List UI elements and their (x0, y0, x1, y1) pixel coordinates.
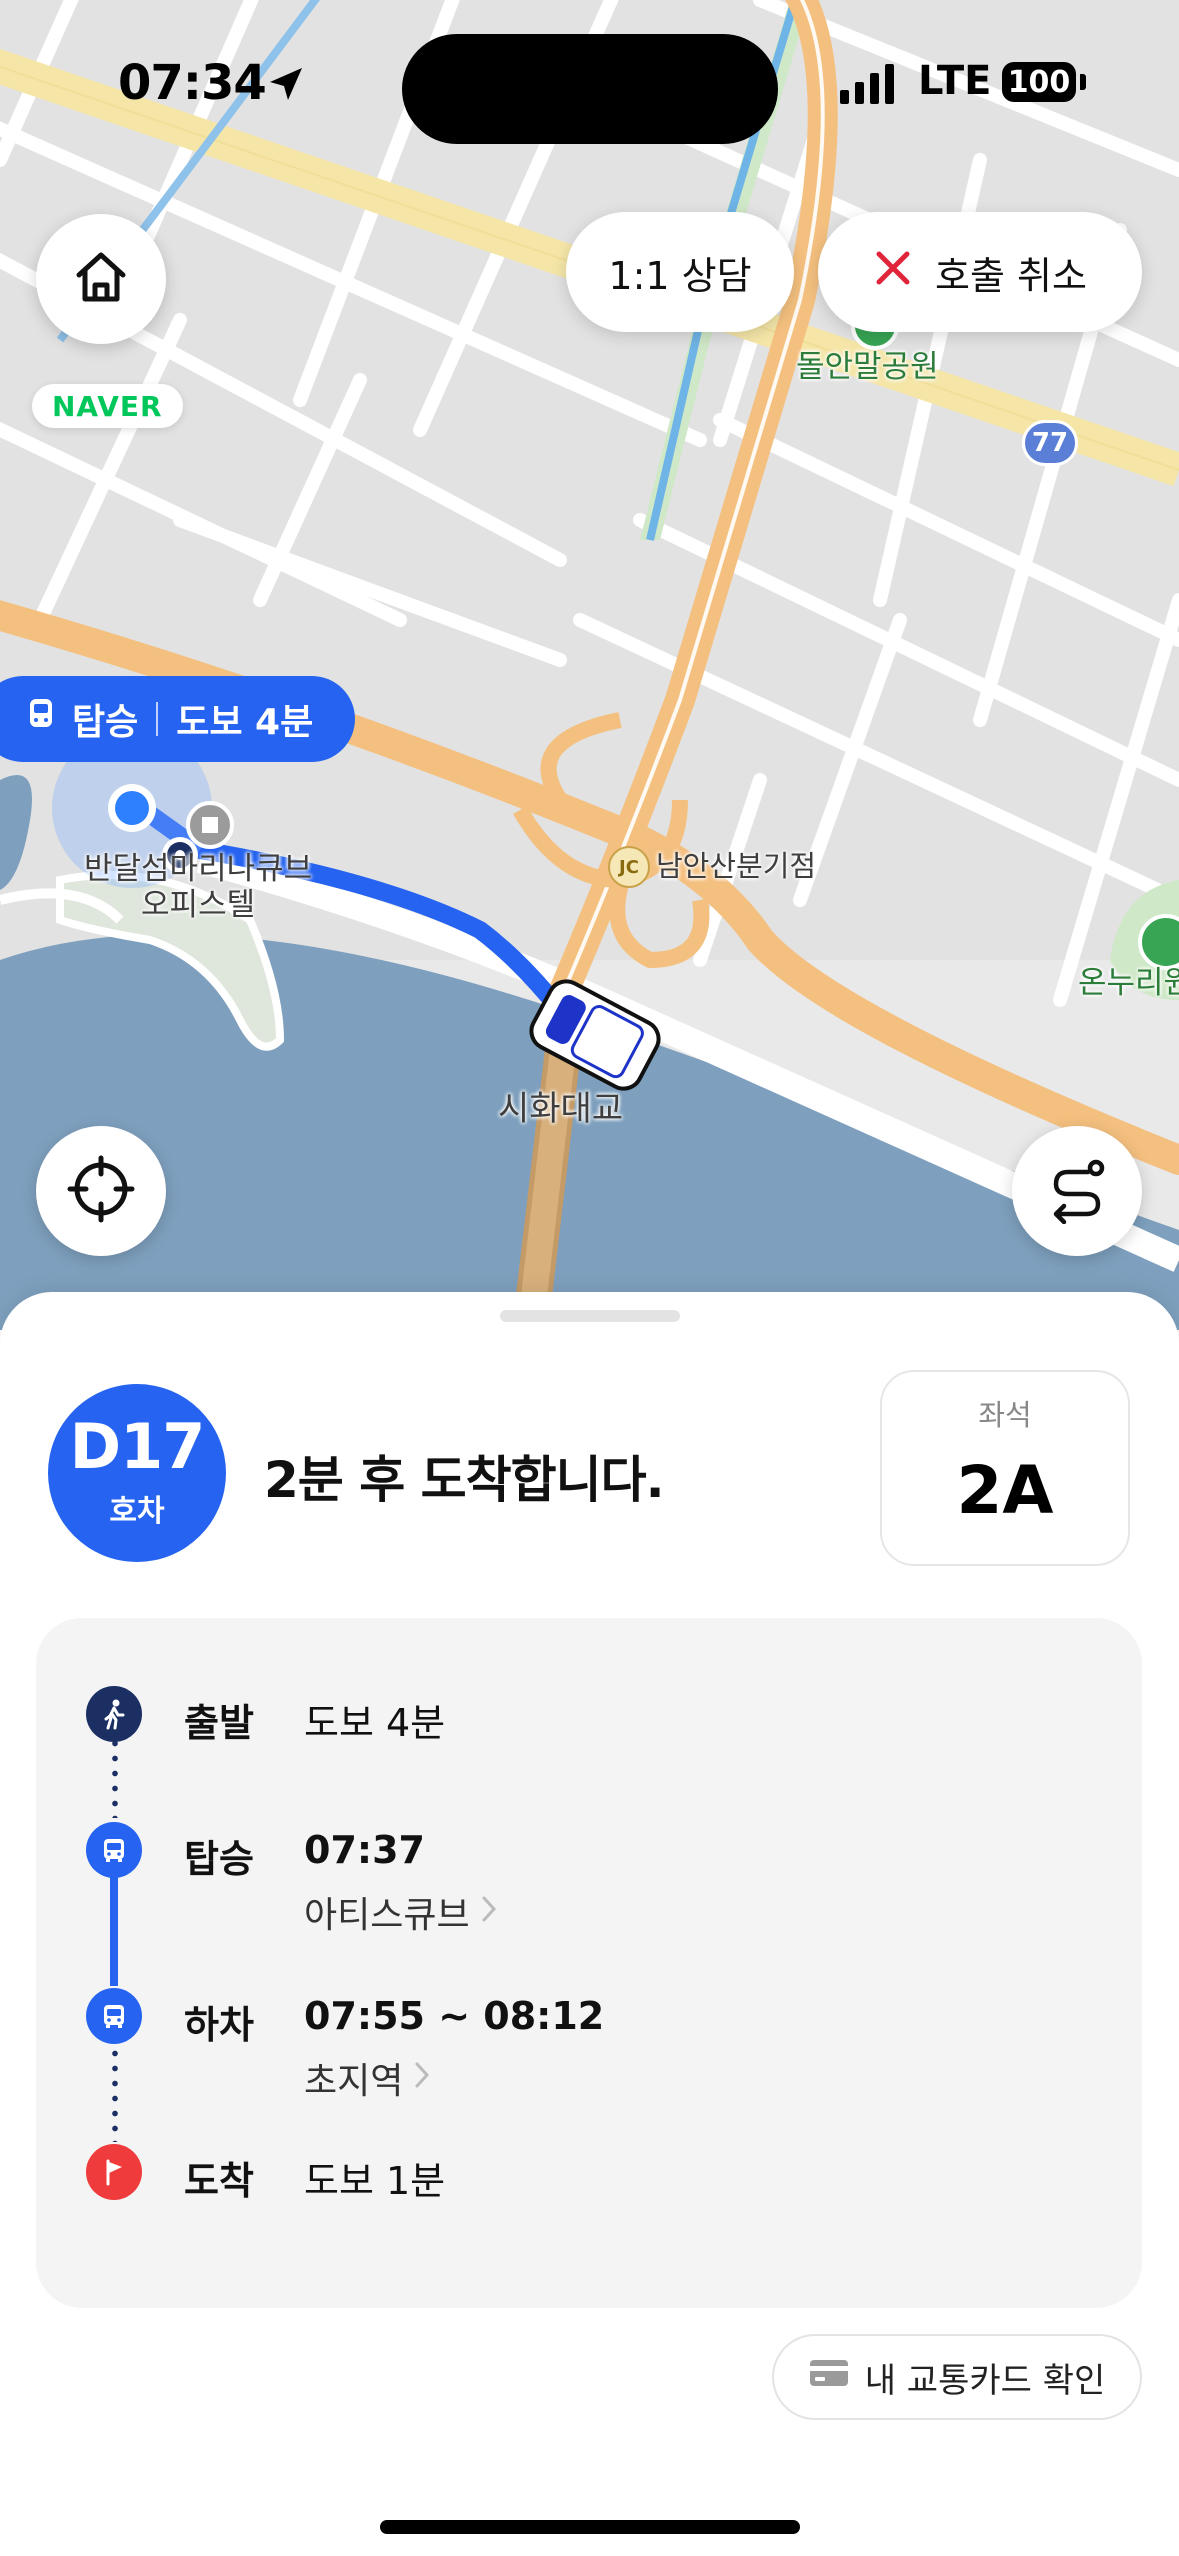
bus-icon (86, 1822, 142, 1878)
consult-button-label: 1:1 상담 (608, 253, 752, 298)
signal-icon (840, 60, 894, 104)
home-icon (71, 247, 131, 311)
walk-connector (112, 1736, 118, 1818)
transit-card-button[interactable]: 내 교통카드 확인 (772, 2334, 1142, 2420)
current-location-dot (115, 791, 149, 825)
map-label-park2: 온누리원 (1078, 965, 1179, 1001)
map-label-bridge: 시화대교 (498, 1089, 624, 1129)
bus-icon (28, 697, 54, 742)
sheet-grabber[interactable] (500, 1310, 680, 1322)
alight-stop-link[interactable]: 초지역 (304, 2052, 431, 2104)
boarding-tag-divider (156, 702, 159, 736)
locate-button[interactable] (36, 1126, 166, 1256)
depart-title: 출발 (184, 1701, 254, 1745)
itinerary-card: 출발 도보 4분 탑승 07:37 아티스큐브 하차 07:55 ~ 08:12 (36, 1618, 1142, 2308)
arrive-title: 도착 (184, 2159, 254, 2203)
boarding-tag-walk: 도보 4분 (176, 702, 314, 743)
seat-label: 좌석 (978, 1398, 1032, 1432)
alight-stop-name: 초지역 (304, 2061, 404, 2102)
board-title: 탑승 (184, 1837, 254, 1881)
seat-value: 2A (956, 1452, 1054, 1529)
close-icon (873, 248, 913, 297)
vehicle-number: D17 (69, 1410, 206, 1483)
arrival-message: 2분 후 도착합니다. (264, 1451, 665, 1509)
map-canvas[interactable] (0, 0, 1179, 1330)
location-arrow-icon (266, 64, 306, 108)
network-type: LTE (918, 58, 992, 104)
alight-title: 하차 (184, 2003, 254, 2047)
alight-time: 07:55 ~ 08:12 (304, 1994, 605, 2038)
arrive-detail: 도보 1분 (304, 2159, 446, 2203)
chevron-right-icon (480, 1892, 498, 1933)
transit-card-label: 내 교통카드 확인 (864, 2360, 1106, 2401)
junction-badge: JC (608, 846, 650, 888)
map-label-park: 돌안말공원 (796, 349, 939, 385)
home-indicator[interactable] (380, 2520, 800, 2534)
status-time: 07:34 (118, 55, 267, 111)
board-stop-name: 아티스큐브 (304, 1895, 470, 1936)
vehicle-badge: D17 호차 (48, 1384, 226, 1562)
route-button[interactable] (1012, 1126, 1142, 1256)
seat-info: 좌석 2A (880, 1370, 1130, 1566)
battery-tip (1080, 74, 1086, 90)
boarding-tag-action: 탑승 (72, 702, 139, 743)
home-button[interactable] (36, 214, 166, 344)
map-label-junction: 남안산분기점 (656, 849, 817, 883)
walk-icon (86, 1686, 142, 1742)
battery-icon: 100 (1002, 62, 1076, 102)
board-stop-link[interactable]: 아티스큐브 (304, 1886, 498, 1938)
trip-bottom-sheet[interactable]: D17 호차 2분 후 도착합니다. 좌석 2A 출발 도보 4분 탑승 07:… (0, 1292, 1179, 2556)
chevron-right-icon (413, 2058, 431, 2099)
route-number-badge: 77 (1022, 420, 1078, 466)
bus-icon (86, 1988, 142, 2044)
route-icon (1042, 1154, 1112, 1228)
cancel-call-label: 호출 취소 (935, 253, 1087, 298)
depart-detail: 도보 4분 (304, 1701, 446, 1745)
map-view[interactable]: 돌안말공원 JC 남안산분기점 반달섬마리나큐브 오피스텔 시화대교 온누리원 … (0, 0, 1179, 1330)
card-icon (809, 2357, 849, 2398)
vehicle-unit: 호차 (109, 1494, 165, 1529)
dynamic-island (402, 34, 778, 144)
map-label-building: 반달섬마리나큐브 오피스텔 (84, 851, 313, 923)
cancel-call-button[interactable]: 호출 취소 (818, 212, 1142, 332)
consult-button[interactable]: 1:1 상담 (566, 212, 794, 332)
flag-icon (86, 2144, 142, 2200)
locate-icon (66, 1154, 136, 1228)
boarding-tag[interactable]: 탑승 도보 4분 (0, 676, 356, 762)
board-time: 07:37 (304, 1828, 425, 1872)
naver-logo: NAVER (32, 384, 183, 428)
